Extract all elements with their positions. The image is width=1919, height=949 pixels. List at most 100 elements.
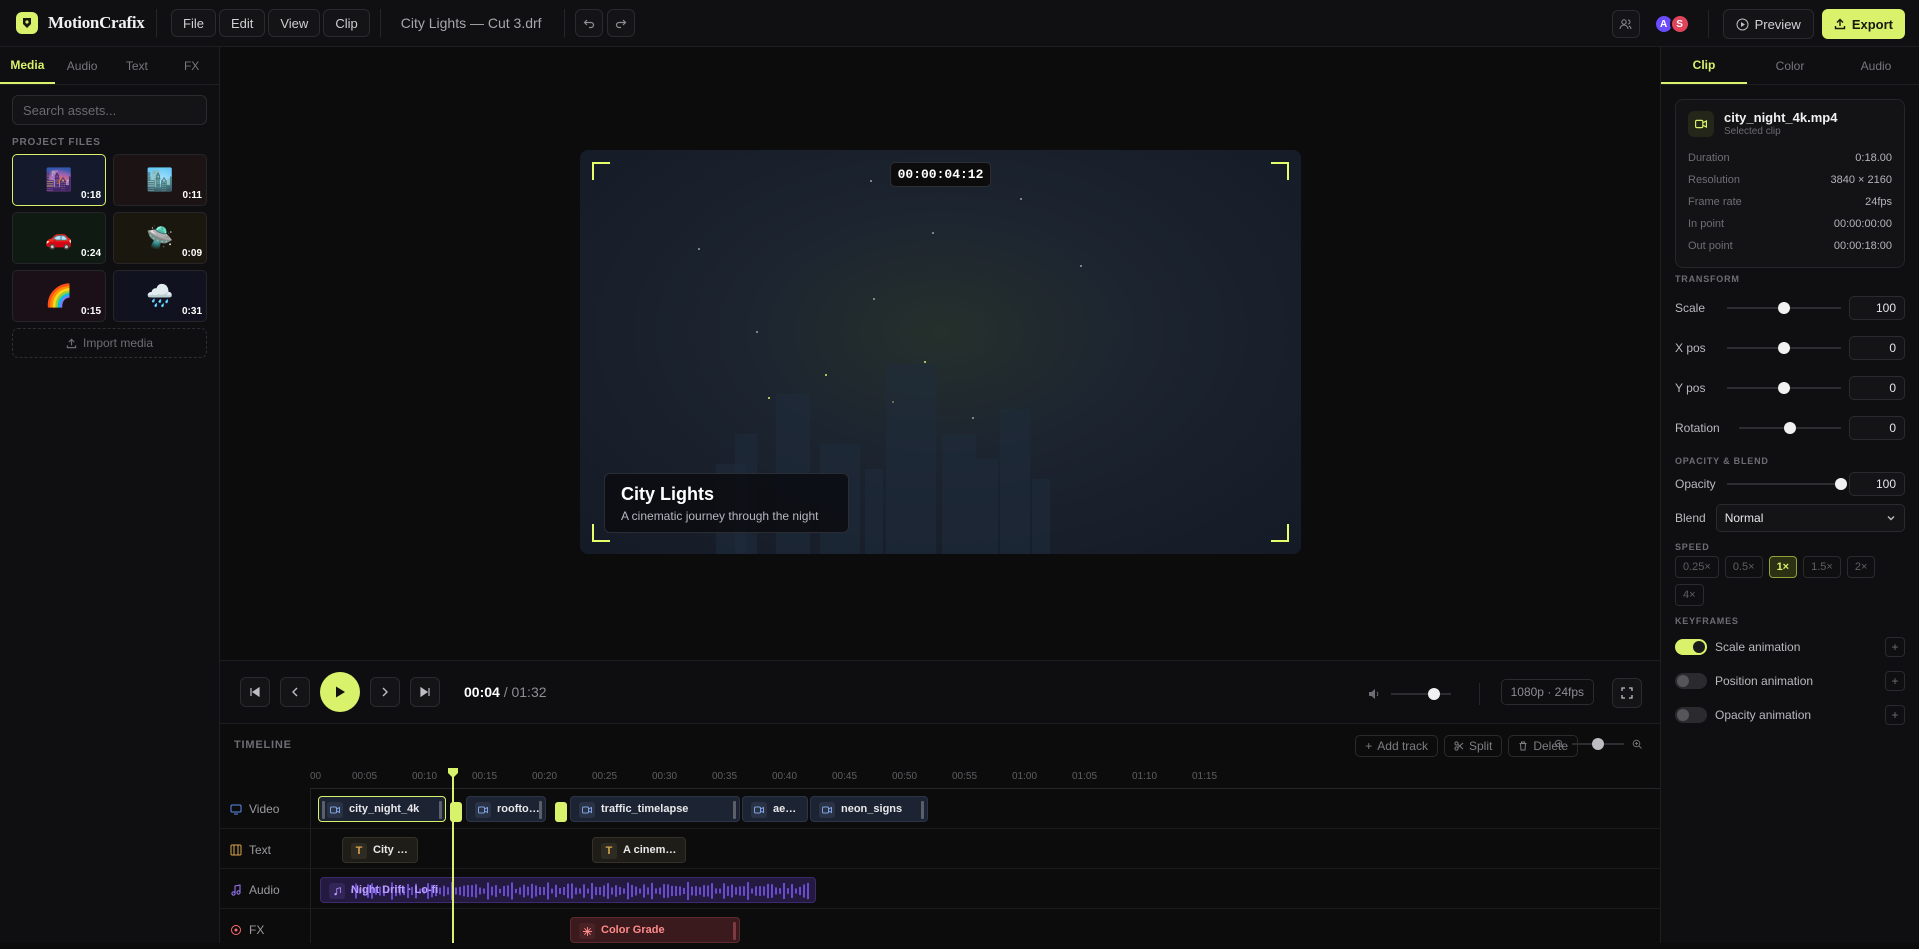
tab-media[interactable]: Media	[0, 47, 55, 84]
media-thumbnail[interactable]: 🚗 0:24	[12, 212, 106, 264]
add-keyframe-button[interactable]: +	[1885, 671, 1905, 691]
play-button[interactable]	[320, 672, 360, 712]
timeline-ruler[interactable]: 00 00:05 00:10 00:15 00:20 00:25 00:30 00:35 00:…	[310, 767, 1660, 789]
clip-handle[interactable]	[322, 801, 325, 819]
blend-select[interactable]: Normal	[1715, 504, 1905, 532]
x-pos-input[interactable]: 0	[1849, 336, 1905, 360]
export-label: Export	[1851, 16, 1893, 32]
add-track-button[interactable]: + Add track	[1355, 735, 1438, 757]
prop-row: In point 00:00:00:00	[1688, 213, 1892, 235]
preview-button[interactable]: Preview	[1722, 9, 1814, 39]
track-label-audio[interactable]: Audio	[230, 883, 310, 897]
tab-fx[interactable]: FX	[164, 47, 219, 84]
media-thumbnail[interactable]: 🌈 0:15	[12, 270, 106, 322]
undo-button[interactable]	[574, 9, 603, 37]
zoom-out-icon[interactable]	[1554, 739, 1564, 749]
video-clip[interactable]: ae…	[742, 796, 808, 822]
y-pos-input[interactable]: 0	[1849, 376, 1905, 400]
playhead[interactable]	[452, 772, 454, 943]
video-clip[interactable]: roofto…	[466, 796, 546, 822]
media-thumbnail[interactable]: 🏙️ 0:11	[113, 154, 207, 206]
track-label-video[interactable]: Video	[230, 802, 310, 816]
menu-clip[interactable]: Clip	[323, 9, 370, 37]
scale-animation-toggle[interactable]	[1675, 639, 1707, 655]
opacity-slider[interactable]	[1727, 478, 1847, 490]
transition-marker[interactable]	[555, 802, 567, 822]
menu-edit[interactable]: Edit	[218, 9, 266, 37]
zoom-knob[interactable]	[1592, 738, 1604, 750]
rotation-knob[interactable]	[1784, 422, 1796, 434]
clip-handle[interactable]	[921, 801, 924, 819]
media-thumbnail[interactable]: 🛸 0:09	[113, 212, 207, 264]
volume-knob[interactable]	[1428, 688, 1441, 700]
media-thumbnail[interactable]: 🌆 0:18	[12, 154, 106, 206]
add-keyframe-button[interactable]: +	[1885, 705, 1905, 725]
speed-option[interactable]: 1×	[1768, 556, 1798, 578]
opacity-knob[interactable]	[1835, 478, 1847, 490]
tab-color[interactable]: Color	[1747, 47, 1833, 84]
speed-option[interactable]: 0.5×	[1724, 556, 1763, 578]
opacity-input[interactable]: 100	[1849, 472, 1905, 496]
import-media-button[interactable]: Import media	[12, 328, 207, 358]
speed-option[interactable]: 0.25×	[1675, 556, 1719, 578]
x-pos-knob[interactable]	[1778, 342, 1790, 354]
collaborators-button[interactable]	[1611, 10, 1640, 38]
y-pos-slider[interactable]	[1727, 382, 1841, 394]
video-clip[interactable]: city_night_4k	[318, 796, 446, 822]
step-forward-button[interactable]	[370, 677, 400, 707]
position-animation-toggle[interactable]	[1675, 673, 1707, 689]
volume-icon[interactable]	[1367, 687, 1381, 701]
speed-option[interactable]: 2×	[1846, 556, 1876, 578]
menu-view[interactable]: View	[268, 9, 321, 37]
opacity-animation-toggle[interactable]	[1675, 707, 1707, 723]
clip-handle[interactable]	[733, 801, 736, 819]
video-frame[interactable]: 00:00:04:12 City Lights A cinematic jour…	[580, 150, 1301, 554]
clip-name: A cinem…	[623, 844, 677, 856]
scale-knob[interactable]	[1778, 302, 1790, 314]
fullscreen-button[interactable]	[1612, 678, 1642, 708]
app-logo[interactable]: MotionCrafix	[16, 12, 156, 34]
y-pos-knob[interactable]	[1778, 382, 1790, 394]
title-caption[interactable]: City Lights A cinematic journey through …	[604, 473, 849, 533]
split-button[interactable]: Split	[1443, 735, 1503, 757]
text-clip[interactable]: T City …	[342, 837, 418, 863]
x-pos-slider[interactable]	[1727, 342, 1841, 354]
text-clip[interactable]: T A cinem…	[592, 837, 686, 863]
search-assets-input[interactable]: Search assets...	[12, 95, 207, 125]
media-duration: 0:18	[80, 190, 101, 201]
media-thumbnail[interactable]: 🌧️ 0:31	[113, 270, 207, 322]
video-clip[interactable]: neon_signs	[810, 796, 928, 822]
zoom-slider[interactable]	[1572, 738, 1624, 750]
volume-slider[interactable]	[1391, 688, 1451, 700]
redo-button[interactable]	[606, 9, 635, 37]
avatar[interactable]: S	[1669, 14, 1690, 34]
resolution-badge[interactable]: 1080p · 24fps	[1500, 679, 1594, 705]
skip-to-start-button[interactable]	[240, 677, 270, 707]
rotation-input[interactable]: 0	[1849, 416, 1905, 440]
speed-option[interactable]: 4×	[1675, 584, 1704, 606]
speed-option[interactable]: 1.5×	[1803, 556, 1841, 578]
zoom-in-icon[interactable]	[1632, 739, 1642, 749]
scale-input[interactable]: 100	[1849, 296, 1905, 320]
step-back-button[interactable]	[280, 677, 310, 707]
menu-file[interactable]: File	[171, 9, 216, 37]
tab-audio-inspector[interactable]: Audio	[1833, 47, 1919, 84]
tab-clip[interactable]: Clip	[1661, 47, 1747, 84]
fx-clip[interactable]: Color Grade	[570, 917, 740, 943]
target-icon	[231, 925, 241, 935]
skip-start-icon	[250, 686, 260, 698]
rotation-slider[interactable]	[1739, 422, 1841, 434]
tab-audio[interactable]: Audio	[55, 47, 110, 84]
skip-to-end-button[interactable]	[410, 677, 440, 707]
track-label-fx[interactable]: FX	[230, 923, 310, 937]
clip-handle[interactable]	[439, 801, 442, 819]
tab-text[interactable]: Text	[110, 47, 165, 84]
clip-handle[interactable]	[733, 922, 736, 940]
clip-handle[interactable]	[539, 801, 542, 819]
video-clip[interactable]: traffic_timelapse	[570, 796, 740, 822]
scale-slider[interactable]	[1727, 302, 1841, 314]
audio-clip[interactable]: Night Drift · Lo-fi	[320, 877, 816, 903]
export-button[interactable]: Export	[1821, 9, 1905, 39]
track-label-text[interactable]: Text	[230, 843, 310, 857]
add-keyframe-button[interactable]: +	[1885, 637, 1905, 657]
